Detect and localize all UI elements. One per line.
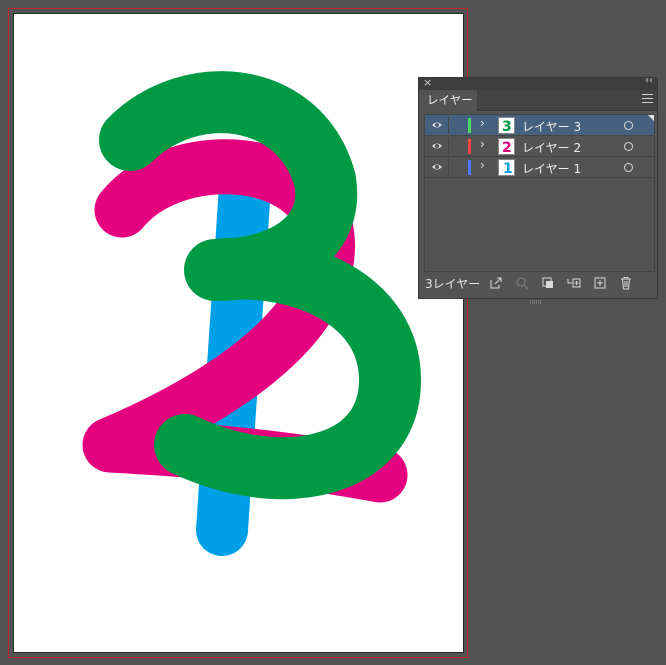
layer-count-label: 3レイヤー xyxy=(425,277,481,291)
export-icon[interactable] xyxy=(489,276,503,290)
thumbnail-glyph: 2 xyxy=(502,140,512,154)
chevron-right-icon[interactable]: › xyxy=(480,116,485,130)
layer-color-bar xyxy=(468,139,471,154)
new-layer-icon[interactable] xyxy=(593,276,607,290)
lock-column[interactable] xyxy=(448,138,449,155)
layer-name[interactable]: レイヤー 3 xyxy=(522,118,581,135)
chevron-right-icon[interactable]: › xyxy=(480,158,485,172)
close-icon[interactable]: × xyxy=(423,76,432,89)
trash-icon[interactable] xyxy=(619,276,633,290)
eye-icon[interactable] xyxy=(431,119,443,131)
target-icon[interactable] xyxy=(624,121,633,130)
new-sublayer-icon[interactable] xyxy=(567,276,581,290)
selection-corner-mark xyxy=(648,115,654,121)
layer-row-1[interactable]: › 1 レイヤー 1 xyxy=(425,157,654,178)
layer-list: › 3 レイヤー 3 › 2 レイヤー 2 › 1 レイヤー 1 xyxy=(424,114,655,272)
chevron-right-icon[interactable]: › xyxy=(480,137,485,151)
clipping-mask-icon[interactable] xyxy=(541,276,555,290)
search-icon[interactable] xyxy=(515,276,529,290)
panel-footer: 3レイヤー xyxy=(419,272,657,294)
collapse-icon[interactable]: ‹‹ xyxy=(645,75,653,86)
layer-name[interactable]: レイヤー 1 xyxy=(522,160,581,177)
resize-grip[interactable] xyxy=(530,293,548,304)
thumbnail-glyph: 1 xyxy=(503,161,513,175)
layer-thumbnail: 2 xyxy=(498,138,515,156)
layer-row-2[interactable]: › 2 レイヤー 2 xyxy=(425,136,654,157)
eye-icon[interactable] xyxy=(431,161,443,173)
lock-column[interactable] xyxy=(448,117,449,134)
hamburger-menu-icon[interactable] xyxy=(642,94,653,106)
layer-row-3[interactable]: › 3 レイヤー 3 xyxy=(425,115,654,136)
layer-color-bar xyxy=(468,160,471,175)
thumbnail-glyph: 3 xyxy=(502,119,512,133)
target-icon[interactable] xyxy=(624,142,633,151)
eye-icon[interactable] xyxy=(431,140,443,152)
panel-title-bar[interactable]: × ‹‹ xyxy=(419,75,657,90)
layer-thumbnail: 3 xyxy=(498,117,515,135)
lock-column[interactable] xyxy=(448,159,449,176)
layers-panel: × ‹‹ レイヤー › 3 レイヤー 3 › 2 レイヤー 2 › 1 レイヤー… xyxy=(418,75,658,304)
layer-name[interactable]: レイヤー 2 xyxy=(522,139,581,156)
layer-color-bar xyxy=(468,118,471,133)
panel-tabs: レイヤー xyxy=(419,90,657,111)
target-icon[interactable] xyxy=(624,163,633,172)
tab-layers[interactable]: レイヤー xyxy=(419,90,477,111)
layer-thumbnail: 1 xyxy=(498,159,515,177)
